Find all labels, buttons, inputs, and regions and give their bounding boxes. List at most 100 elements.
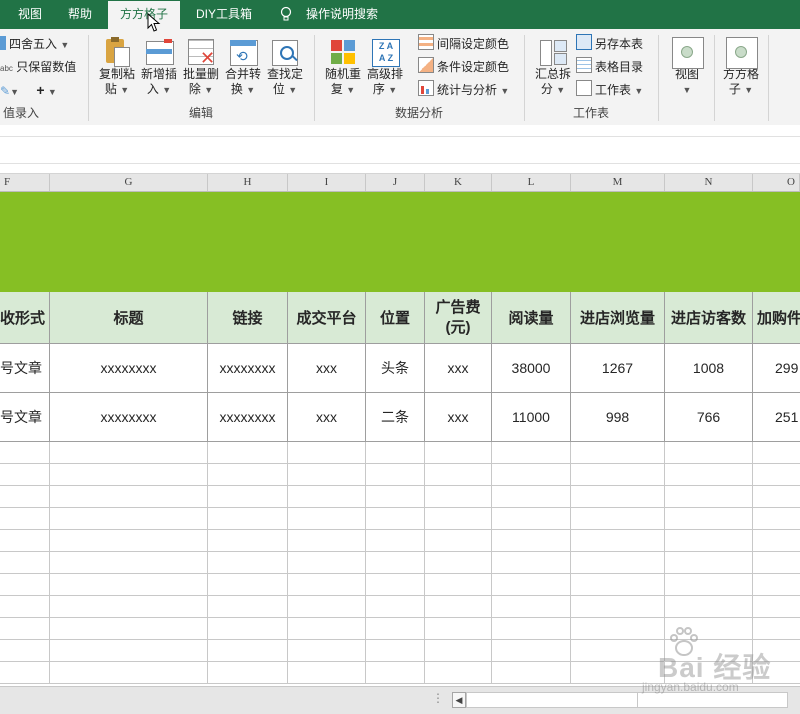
empty-cell[interactable] — [288, 618, 366, 640]
empty-cell[interactable] — [425, 662, 492, 684]
scroll-left-button[interactable]: ◀ — [452, 692, 466, 708]
tab-fangfanggezi[interactable]: 方方格子 — [108, 1, 181, 29]
save-sheet-as-button[interactable]: 另存本表 — [576, 34, 643, 54]
empty-cell[interactable] — [665, 574, 753, 596]
round-button[interactable]: 四舍五入 ▼ — [0, 34, 69, 54]
cell-add-to-cart[interactable]: 251 — [753, 393, 800, 442]
statistics-button[interactable]: 统计与分析 ▼ — [418, 80, 509, 100]
empty-cell[interactable] — [50, 508, 208, 530]
empty-cell[interactable] — [208, 464, 288, 486]
empty-cell[interactable] — [753, 552, 800, 574]
empty-cell[interactable] — [366, 442, 425, 464]
random-repeat-button[interactable]: 随机重 复 ▼ — [322, 35, 364, 101]
column-header-j[interactable]: J — [366, 174, 425, 191]
merge-convert-button[interactable]: ⟲ 合并转 换 ▼ — [222, 35, 264, 101]
empty-cell[interactable] — [425, 464, 492, 486]
tell-me-search[interactable]: 操作说明搜索 — [306, 0, 378, 29]
empty-cell[interactable] — [492, 486, 571, 508]
empty-cell[interactable] — [665, 508, 753, 530]
cell-store-visitors[interactable]: 766 — [665, 393, 753, 442]
cell-platform[interactable]: xxx — [288, 393, 366, 442]
header-cell-reads[interactable]: 阅读量 — [492, 292, 571, 344]
header-cell-add-to-cart[interactable]: 加购件 — [753, 292, 800, 344]
cell-store-views[interactable]: 998 — [571, 393, 665, 442]
empty-cell[interactable] — [753, 464, 800, 486]
empty-cell[interactable] — [571, 464, 665, 486]
empty-cell[interactable] — [571, 596, 665, 618]
empty-cell[interactable] — [665, 442, 753, 464]
empty-cell[interactable] — [288, 662, 366, 684]
empty-cell[interactable] — [425, 442, 492, 464]
empty-cell[interactable] — [288, 442, 366, 464]
empty-cell[interactable] — [571, 508, 665, 530]
cell-store-views[interactable]: 1267 — [571, 344, 665, 393]
empty-cell[interactable] — [571, 530, 665, 552]
splitter-handle-icon[interactable]: ⋮ — [432, 691, 444, 705]
empty-cell[interactable] — [0, 574, 50, 596]
empty-cell[interactable] — [0, 618, 50, 640]
empty-cell[interactable] — [753, 530, 800, 552]
ffgz-button[interactable]: 方方格 子 ▼ — [720, 35, 762, 101]
cell-link[interactable]: xxxxxxxx — [208, 344, 288, 393]
empty-cell[interactable] — [366, 640, 425, 662]
interval-color-button[interactable]: 间隔设定颜色 — [418, 34, 509, 54]
empty-cell[interactable] — [571, 442, 665, 464]
copy-paste-button[interactable]: 复制粘 贴 ▼ — [96, 35, 138, 101]
cell-reads[interactable]: 11000 — [492, 393, 571, 442]
empty-cell[interactable] — [425, 574, 492, 596]
empty-cell[interactable] — [0, 442, 50, 464]
empty-cell[interactable] — [288, 530, 366, 552]
empty-cell[interactable] — [425, 640, 492, 662]
empty-cell[interactable] — [492, 596, 571, 618]
empty-cell[interactable] — [208, 486, 288, 508]
empty-cell[interactable] — [492, 530, 571, 552]
empty-cell[interactable] — [492, 574, 571, 596]
empty-cell[interactable] — [665, 486, 753, 508]
cell-title[interactable]: xxxxxxxx — [50, 344, 208, 393]
cell-reads[interactable]: 38000 — [492, 344, 571, 393]
empty-cell[interactable] — [288, 640, 366, 662]
formula-bar[interactable] — [0, 136, 800, 164]
empty-cell[interactable] — [571, 486, 665, 508]
header-cell-platform[interactable]: 成交平台 — [288, 292, 366, 344]
empty-cell[interactable] — [366, 530, 425, 552]
title-banner[interactable] — [0, 192, 800, 292]
empty-cell[interactable] — [366, 574, 425, 596]
column-header-l[interactable]: L — [492, 174, 571, 191]
summary-split-button[interactable]: 汇总拆 分 ▼ — [532, 35, 574, 101]
empty-cell[interactable] — [665, 596, 753, 618]
column-header-k[interactable]: K — [425, 174, 492, 191]
header-cell-title[interactable]: 标题 — [50, 292, 208, 344]
keep-values-button[interactable]: abc 只保留数值 — [0, 57, 76, 77]
worksheet-button[interactable]: 工作表 ▼ — [576, 80, 643, 100]
empty-cell[interactable] — [50, 596, 208, 618]
empty-cell[interactable] — [0, 552, 50, 574]
empty-cell[interactable] — [50, 640, 208, 662]
empty-cell[interactable] — [753, 574, 800, 596]
empty-cell[interactable] — [366, 508, 425, 530]
column-header-m[interactable]: M — [571, 174, 665, 191]
empty-cell[interactable] — [208, 442, 288, 464]
empty-cell[interactable] — [208, 530, 288, 552]
empty-cell[interactable] — [288, 596, 366, 618]
tab-view[interactable]: 视图 — [18, 0, 42, 29]
empty-cell[interactable] — [753, 442, 800, 464]
cell-position[interactable]: 头条 — [366, 344, 425, 393]
empty-cell[interactable] — [571, 574, 665, 596]
empty-cell[interactable] — [425, 552, 492, 574]
batch-delete-button[interactable]: ✕ 批量删 除 ▼ — [180, 35, 222, 101]
empty-cell[interactable] — [50, 552, 208, 574]
empty-cell[interactable] — [50, 530, 208, 552]
header-cell-store-views[interactable]: 进店浏览量 — [571, 292, 665, 344]
empty-cell[interactable] — [0, 486, 50, 508]
insert-button[interactable]: 新增插 入 ▼ — [138, 35, 180, 101]
empty-cell[interactable] — [208, 508, 288, 530]
empty-cell[interactable] — [571, 552, 665, 574]
empty-cell[interactable] — [366, 596, 425, 618]
empty-cell[interactable] — [492, 464, 571, 486]
empty-cell[interactable] — [492, 662, 571, 684]
empty-cell[interactable] — [0, 640, 50, 662]
empty-cell[interactable] — [0, 530, 50, 552]
cell-ad-cost[interactable]: xxx — [425, 393, 492, 442]
empty-cell[interactable] — [753, 508, 800, 530]
